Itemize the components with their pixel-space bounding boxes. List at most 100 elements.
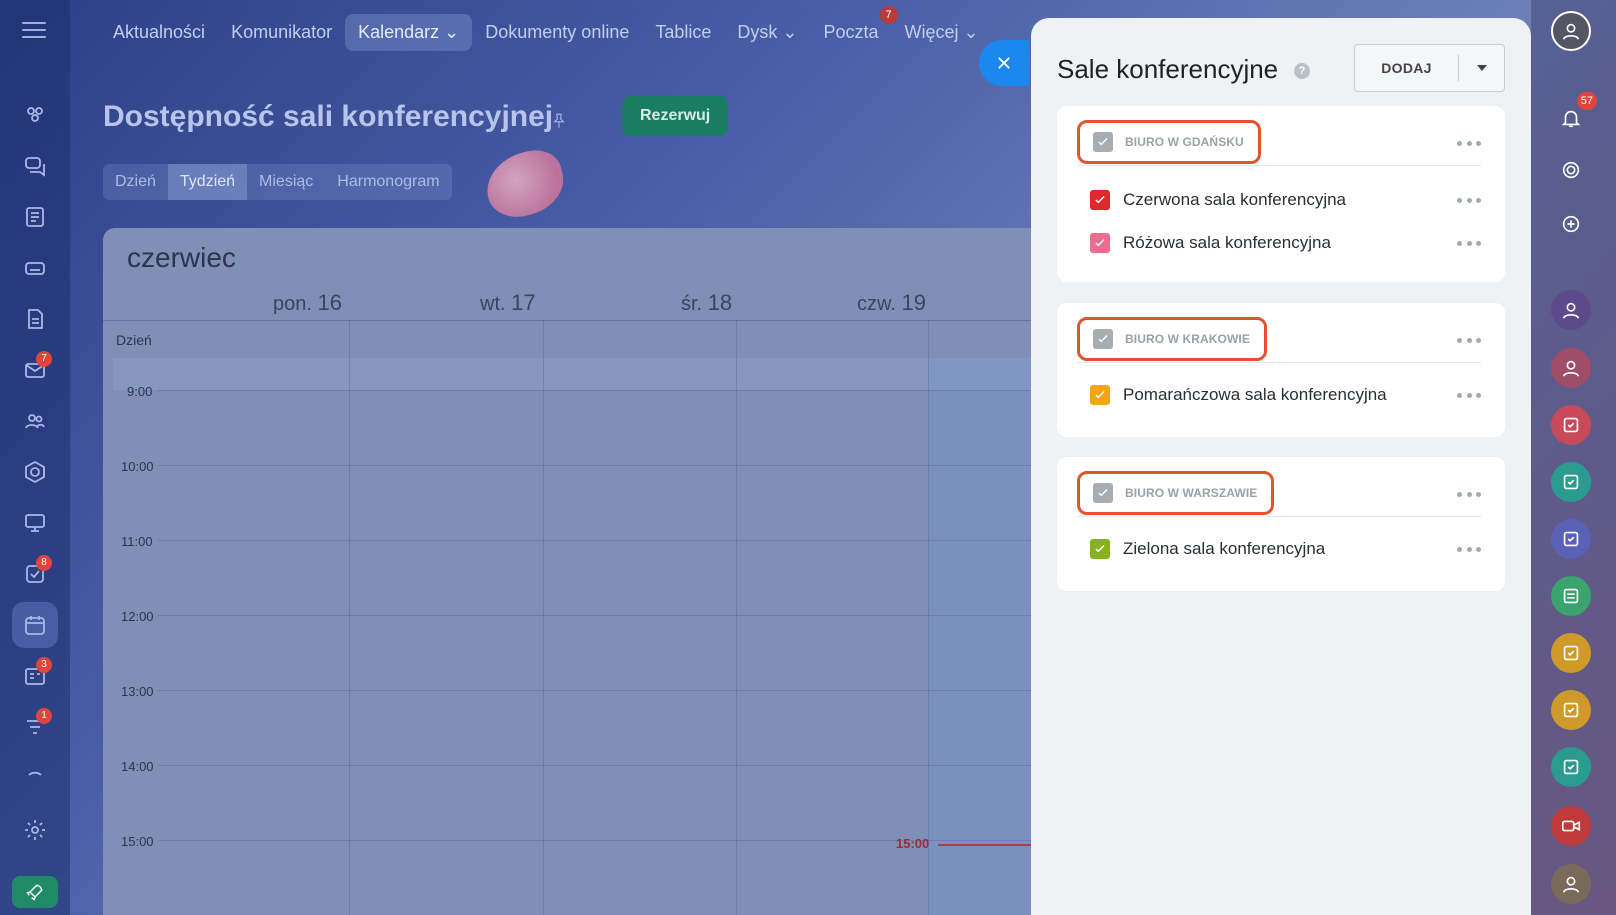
nav-item-poczta[interactable]: Poczta 7 [810, 5, 898, 51]
add-button-label[interactable]: DODAJ [1355, 55, 1459, 81]
task-chat-icon[interactable] [1551, 519, 1591, 559]
news-chat-icon[interactable] [1551, 576, 1591, 616]
crm-icon[interactable]: 3 [12, 653, 58, 699]
day-header[interactable]: czw. 19 [857, 290, 926, 316]
nav-item-komunikator[interactable]: Komunikator [218, 14, 345, 51]
grid-column-line [349, 320, 350, 915]
day-header[interactable]: wt. 17 [480, 290, 536, 316]
room-checkbox[interactable] [1090, 233, 1110, 253]
room-checkbox[interactable] [1090, 385, 1110, 405]
help-icon[interactable]: ? [1294, 63, 1310, 79]
room-item[interactable]: Czerwona sala konferencyjna [1090, 188, 1346, 212]
allday-row[interactable] [113, 358, 1033, 390]
task-chat-icon[interactable] [1551, 690, 1591, 730]
hour-label: 10:00 [121, 459, 154, 474]
room-checkbox[interactable] [1090, 539, 1110, 559]
more-icon[interactable] [1457, 335, 1481, 345]
grid-hour-line [158, 765, 1033, 766]
contact-avatar[interactable] [1551, 864, 1591, 904]
nav-item-dokumenty[interactable]: Dokumenty online [472, 14, 642, 51]
contact-avatar[interactable] [1551, 348, 1591, 388]
add-button[interactable]: DODAJ [1354, 44, 1505, 92]
rocket-icon[interactable] [12, 876, 58, 908]
room-label: Pomarańczowa sala konferencyjna [1123, 385, 1387, 404]
team-icon[interactable] [12, 398, 58, 444]
group-separator [1077, 165, 1481, 166]
current-time-label: 15:00 [896, 836, 930, 851]
nav-item-tablice[interactable]: Tablice [642, 14, 724, 51]
grid-hour-line [158, 540, 1033, 541]
document-icon[interactable] [12, 296, 58, 342]
tab-schedule[interactable]: Harmonogram [325, 164, 451, 200]
hour-label: 12:00 [121, 609, 154, 624]
close-panel-button[interactable] [979, 40, 1029, 86]
group-header[interactable]: BIURO W KRAKOWIE [1077, 317, 1267, 361]
bell-icon[interactable]: 57 [1551, 92, 1597, 138]
day-header[interactable]: pon. 16 [273, 290, 342, 316]
target-icon[interactable] [1551, 150, 1591, 190]
contact-avatar[interactable] [1551, 290, 1591, 330]
task-chat-icon[interactable] [1551, 747, 1591, 787]
mail-icon[interactable]: 7 [12, 347, 58, 393]
chat-icon[interactable] [12, 143, 58, 189]
grid-column-line [928, 320, 929, 915]
nav-item-kalendarz[interactable]: Kalendarz ⌄ [345, 13, 473, 51]
grid-hour-line [158, 465, 1033, 466]
room-item[interactable]: Różowa sala konferencyjna [1090, 231, 1331, 255]
group-checkbox[interactable] [1093, 132, 1113, 152]
video-call-icon[interactable] [1551, 806, 1591, 846]
more-icon[interactable] [1457, 238, 1481, 248]
task-chat-icon[interactable] [1551, 633, 1591, 673]
user-avatar[interactable] [1551, 11, 1591, 51]
add-dropdown-toggle[interactable] [1459, 65, 1504, 71]
calendar-icon[interactable] [12, 602, 58, 648]
crm-badge: 3 [36, 657, 52, 673]
room-label: Różowa sala konferencyjna [1123, 233, 1331, 252]
drive-icon[interactable] [12, 245, 58, 291]
activity-icon[interactable] [12, 92, 58, 138]
group-checkbox[interactable] [1093, 329, 1113, 349]
conference-rooms-panel: Sale konferencyjne ? DODAJ BIURO W GDAŃS… [1031, 18, 1531, 915]
grid-column-line [736, 320, 737, 915]
notifications-badge: 57 [1576, 92, 1597, 110]
pin-icon[interactable] [550, 112, 568, 130]
room-item[interactable]: Pomarańczowa sala konferencyjna [1090, 383, 1387, 407]
more-icon[interactable] [1457, 390, 1481, 400]
group-header[interactable]: BIURO W GDAŃSKU [1077, 120, 1261, 164]
more-icon[interactable] [1457, 544, 1481, 554]
room-group-gdansk: BIURO W GDAŃSKU Czerwona sala konferency… [1057, 106, 1505, 282]
tab-month[interactable]: Miesiąc [247, 164, 325, 200]
hexagon-icon[interactable] [12, 449, 58, 495]
tasks-badge: 8 [36, 555, 52, 571]
tasks-icon[interactable]: 8 [12, 551, 58, 597]
group-header[interactable]: BIURO W WARSZAWIE [1077, 471, 1275, 515]
task-chat-icon[interactable] [1551, 405, 1591, 445]
nav-item-aktualnosci[interactable]: Aktualności [100, 14, 218, 51]
today-column [928, 358, 1033, 915]
day-header[interactable]: śr. 18 [681, 290, 732, 316]
room-item[interactable]: Zielona sala konferencyjna [1090, 537, 1325, 561]
menu-icon[interactable] [22, 22, 46, 40]
meeting-icon[interactable] [12, 500, 58, 546]
news-icon[interactable] [12, 194, 58, 240]
reserve-button[interactable]: Rezerwuj [622, 96, 729, 136]
group-checkbox[interactable] [1093, 483, 1113, 503]
more-icon[interactable] [1457, 489, 1481, 499]
nav-item-wiecej[interactable]: Więcej ⌄ [892, 14, 992, 51]
tab-day[interactable]: Dzień [103, 164, 168, 200]
search-chat-icon[interactable] [1551, 204, 1591, 244]
tab-week[interactable]: Tydzień [167, 164, 248, 200]
check-icon [1098, 138, 1108, 146]
task-chat-icon[interactable] [1551, 462, 1591, 502]
check-icon [1098, 489, 1108, 497]
month-title: czerwiec [127, 242, 236, 273]
room-checkbox[interactable] [1090, 190, 1110, 210]
more-icon[interactable] [1457, 138, 1481, 148]
nav-item-dysk[interactable]: Dysk ⌄ [724, 14, 810, 51]
view-tabs: Dzień Tydzień Miesiąc Harmonogram [103, 164, 452, 200]
collapse-icon[interactable] [12, 760, 58, 786]
settings-icon[interactable] [12, 807, 58, 853]
filter-icon[interactable]: 1 [12, 704, 58, 750]
more-icon[interactable] [1457, 195, 1481, 205]
check-icon [1098, 335, 1108, 343]
